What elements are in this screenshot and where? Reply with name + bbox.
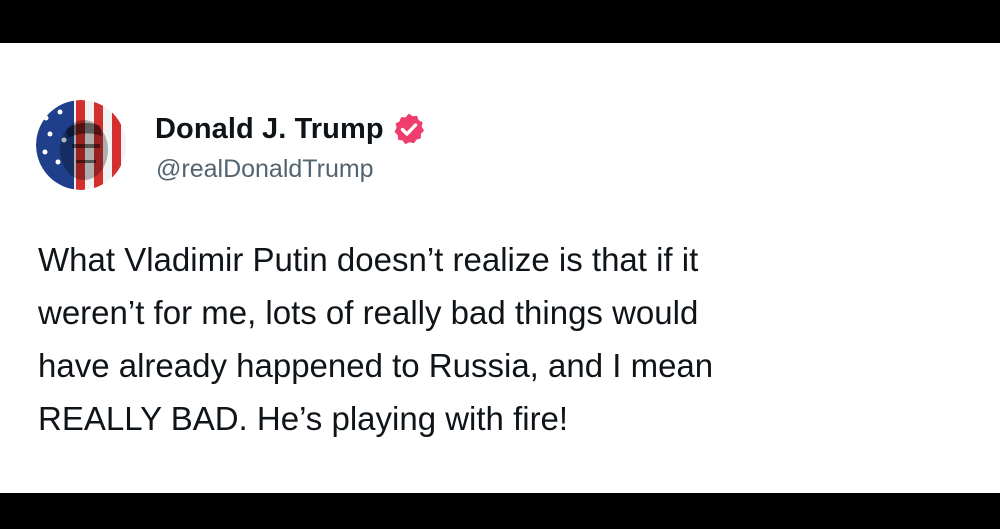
post-text: What Vladimir Putin doesn’t realize is t… [38,241,714,437]
author-name-row: Donald J. Trump [155,109,426,149]
bottom-black-bar [0,493,1000,529]
author-handle[interactable]: @realDonaldTrump [156,155,374,184]
top-black-bar [0,0,1000,43]
flag-portrait-avatar-image [36,100,126,190]
post-card: Donald J. Trump @realDonaldTrump What Vl… [0,43,1000,493]
author-display-name[interactable]: Donald J. Trump [155,113,384,146]
author-avatar[interactable] [36,100,126,190]
verified-badge-icon [392,112,426,146]
